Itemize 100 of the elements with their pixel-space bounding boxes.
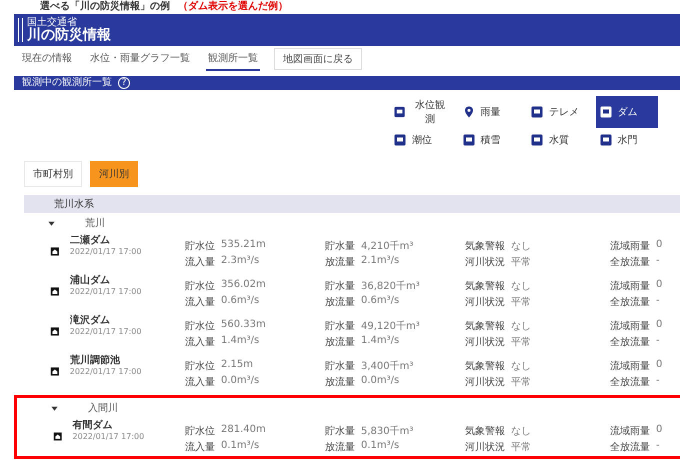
field-value: 平常 (511, 376, 531, 389)
help-icon[interactable]: ? (118, 77, 130, 89)
field-value: なし (511, 425, 531, 438)
map-button[interactable]: 地図画面に戻る (274, 48, 362, 70)
field-value: 0.1m³/s (221, 440, 260, 453)
field-value: - (656, 440, 660, 453)
section-title: 観測中の観測所一覧 (22, 78, 112, 88)
field-label: 放流量 (325, 376, 355, 389)
caret-icon[interactable] (48, 220, 55, 226)
field-label: 全放流量 (610, 336, 650, 349)
river-name[interactable]: 荒川 (85, 216, 105, 230)
field-label: 放流量 (325, 256, 355, 269)
dam-name[interactable]: 二瀬ダム (70, 233, 185, 247)
sort-button[interactable]: 市町村別 (24, 161, 82, 187)
field-label: 貯水位 (185, 360, 215, 373)
field-value: なし (511, 320, 531, 333)
field-label: 貯水量 (325, 240, 355, 253)
dam-name[interactable]: 荒川調節池 (70, 353, 185, 367)
field-label: 貯水量 (325, 320, 355, 333)
field-label: 流域雨量 (610, 240, 650, 253)
field-value: 5,830千m³ (361, 424, 414, 438)
field-label: 気象警報 (465, 280, 505, 293)
nav-tab[interactable]: 水位・雨量グラフ一覧 (88, 47, 192, 71)
field-label: 河川状況 (465, 336, 505, 349)
field-label: 気象警報 (465, 424, 505, 438)
site-title: 川の防災情報 (27, 28, 111, 42)
tile-icon (600, 134, 612, 146)
sort-button[interactable]: 河川別 (90, 161, 138, 187)
field-value: 0 (656, 239, 662, 252)
field-value: 2.1m³/s (361, 255, 400, 268)
field-label: 流域雨量 (610, 280, 650, 293)
field-label: 河川状況 (465, 296, 505, 309)
field-value: 49,120千m³ (361, 320, 420, 333)
field-value: 535.21m (221, 239, 266, 252)
field-value: - (656, 295, 660, 308)
field-label: 全放流量 (610, 256, 650, 269)
field-label: 全放流量 (610, 440, 650, 454)
field-label: 流域雨量 (610, 320, 650, 333)
block-icon (50, 246, 60, 256)
field-value: 0 (656, 359, 662, 372)
dam-name[interactable]: 有間ダム (72, 418, 185, 432)
caret-icon[interactable] (51, 404, 58, 412)
field-label: 流入量 (185, 376, 215, 389)
pin-icon (462, 106, 474, 118)
field-label: 貯水位 (185, 320, 215, 333)
block-icon (50, 286, 60, 296)
field-value: 2.15m (221, 359, 254, 372)
field-label: 貯水量 (325, 280, 355, 293)
dam-name[interactable]: 滝沢ダム (70, 313, 185, 327)
field-value: 平常 (511, 440, 531, 454)
nav-tab[interactable]: 観測所一覧 (206, 47, 260, 71)
field-value: 4,210千m³ (361, 240, 414, 253)
field-value: 平常 (511, 296, 531, 309)
field-value: 2.3m³/s (221, 255, 260, 268)
field-label: 流入量 (185, 256, 215, 269)
field-label: 気象警報 (465, 360, 505, 373)
field-label: 河川状況 (465, 376, 505, 389)
field-label: 貯水量 (325, 424, 355, 438)
basin-name: 荒川水系 (54, 198, 94, 211)
nav-tab[interactable]: 現在の情報 (20, 47, 74, 71)
block-icon (50, 326, 60, 336)
field-value: 1.4m³/s (221, 335, 260, 348)
dam-name[interactable]: 浦山ダム (70, 273, 185, 287)
tile-icon (462, 134, 474, 146)
field-value: なし (511, 360, 531, 373)
field-value: 0.0m³/s (361, 375, 400, 388)
field-label: 河川状況 (465, 256, 505, 269)
field-label: 貯水位 (185, 424, 215, 438)
field-value: 0 (656, 424, 662, 437)
tile-icon (531, 134, 543, 146)
block-icon (53, 430, 63, 442)
field-value: 281.40m (221, 424, 266, 437)
caption-note: （ダム表示を選んだ例） (178, 0, 288, 14)
field-label: 放流量 (325, 336, 355, 349)
field-label: 流入量 (185, 336, 215, 349)
river-name[interactable]: 入間川 (88, 401, 118, 415)
field-label: 気象警報 (465, 320, 505, 333)
tile-icon (531, 106, 543, 118)
field-label: 貯水位 (185, 280, 215, 293)
field-label: 流域雨量 (610, 360, 650, 373)
dam-time: 2022/01/17 17:00 (70, 287, 142, 296)
field-value: 36,820千m³ (361, 280, 420, 293)
field-label: 流入量 (185, 296, 215, 309)
block-icon (50, 366, 60, 376)
tile-icon (394, 134, 406, 146)
dam-time: 2022/01/17 17:00 (70, 327, 142, 336)
field-label: 全放流量 (610, 296, 650, 309)
field-value: - (656, 335, 660, 348)
filter-button[interactable]: ダム (596, 96, 658, 128)
field-value: 0.0m³/s (221, 375, 260, 388)
tile-icon (394, 106, 406, 118)
field-label: 気象警報 (465, 240, 505, 253)
field-label: 貯水量 (325, 360, 355, 373)
field-value: - (656, 255, 660, 268)
field-value: 560.33m (221, 319, 266, 332)
field-label: 貯水位 (185, 240, 215, 253)
field-label: 放流量 (325, 440, 355, 454)
field-label: 全放流量 (610, 376, 650, 389)
field-value: 0.6m³/s (221, 295, 260, 308)
field-label: 流入量 (185, 440, 215, 454)
